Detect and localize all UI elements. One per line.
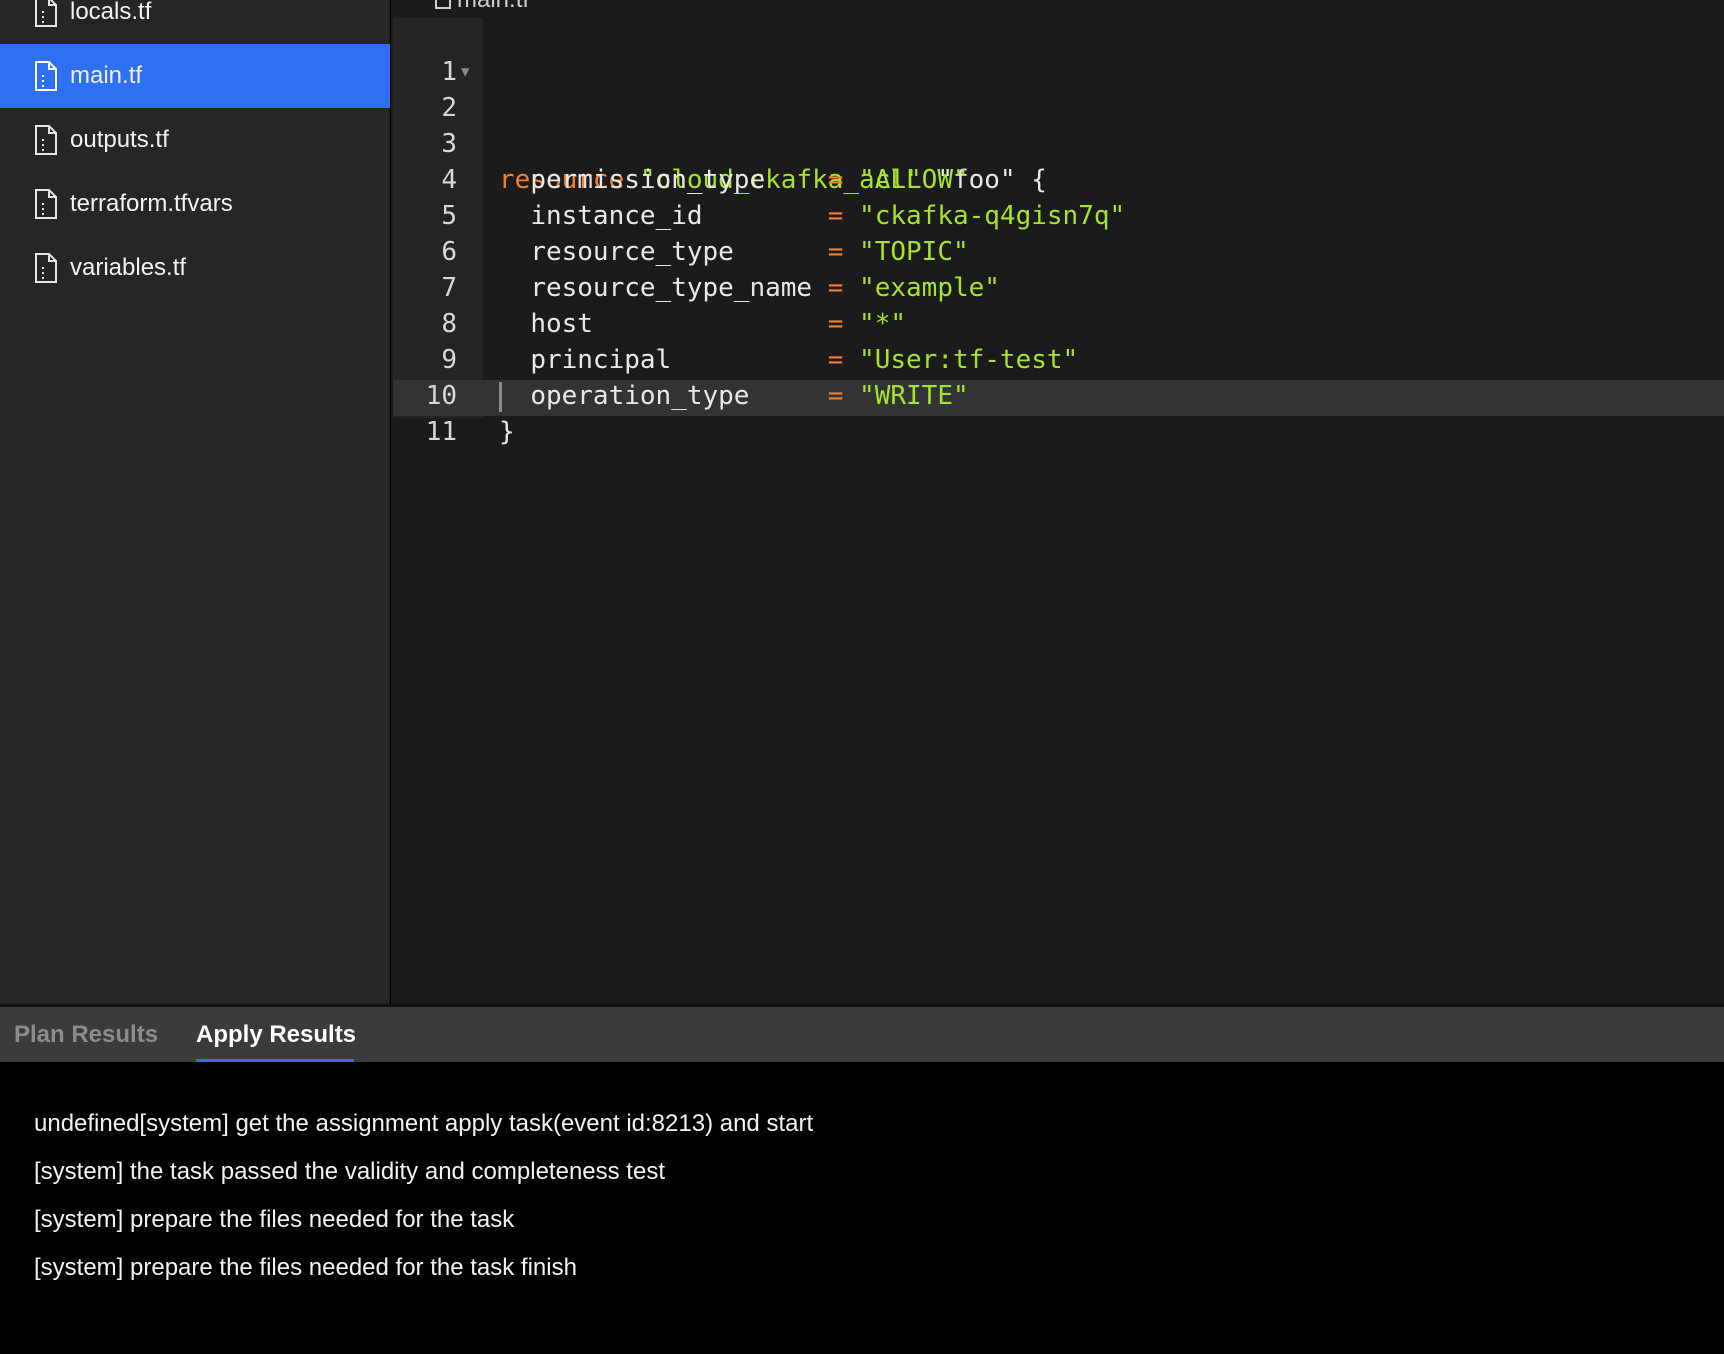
file-icon [34, 0, 58, 27]
file-item-variables[interactable]: variables.tf [0, 236, 390, 300]
editor-tab-title: main.tf [457, 0, 529, 14]
apply-results-log: undefined[system] get the assignment app… [0, 1062, 1724, 1354]
code-line: 4 instance_id = "ckafka-q4gisn7q" [391, 126, 1724, 231]
file-name: main.tf [70, 62, 143, 89]
code-line: 8 principal = "User:tf-test" [391, 270, 1724, 375]
close-brace: } [499, 417, 515, 447]
file-item-locals[interactable]: locals.tf [0, 0, 390, 44]
file-icon [435, 0, 451, 9]
file-name: terraform.tfvars [70, 190, 233, 217]
editor-tab-main[interactable]: main.tf [435, 0, 529, 14]
code-line: 3 permission_type = "ALLOW" [391, 90, 1724, 195]
tab-apply-results[interactable]: Apply Results [196, 1021, 356, 1049]
file-name: locals.tf [70, 0, 152, 25]
code-line: 7 host = "*" [391, 234, 1724, 339]
results-tab-bar: Plan Results Apply Results [0, 1004, 1724, 1063]
line-number: 11 [425, 417, 457, 447]
code-line: 6 resource_type_name = "example" [391, 198, 1724, 303]
log-line: [system] prepare the files needed for th… [34, 1206, 515, 1233]
log-line: [system] prepare the files needed for th… [34, 1254, 577, 1281]
log-line: undefined[system] get the assignment app… [34, 1110, 814, 1137]
tab-plan-results[interactable]: Plan Results [14, 1021, 158, 1049]
file-item-main[interactable]: main.tf [0, 44, 390, 108]
code-line: 5 resource_type = "TOPIC" [391, 162, 1724, 267]
file-item-terraform-tfvars[interactable]: terraform.tfvars [0, 172, 390, 236]
code-line: 10 } [391, 342, 1724, 447]
log-line: [system] the task passed the validity an… [34, 1158, 665, 1185]
code-line: 1 [391, 18, 1724, 87]
file-icon [34, 125, 58, 155]
file-explorer-sidebar: locals.tf main.tf outputs.tf terraform.t… [0, 0, 390, 1004]
code-editor[interactable]: main.tf 1 2 ▼ resource "cloud_ckafka_acl… [391, 0, 1724, 1004]
file-icon [34, 189, 58, 219]
code-lines: 1 2 ▼ resource "cloud_ckafka_acl" "foo" … [391, 18, 1724, 447]
code-line-current[interactable]: 11 [391, 378, 1724, 447]
file-name: outputs.tf [70, 126, 169, 153]
code-line: 9 operation_type = "WRITE" [391, 306, 1724, 411]
code-line: 2 ▼ resource "cloud_ckafka_acl" "foo" { [391, 54, 1724, 195]
file-icon [34, 61, 58, 91]
text-cursor [499, 382, 502, 412]
fold-arrow-icon[interactable]: ▼ [461, 54, 469, 90]
file-name: variables.tf [70, 254, 187, 281]
file-icon [34, 253, 58, 283]
file-item-outputs[interactable]: outputs.tf [0, 108, 390, 172]
